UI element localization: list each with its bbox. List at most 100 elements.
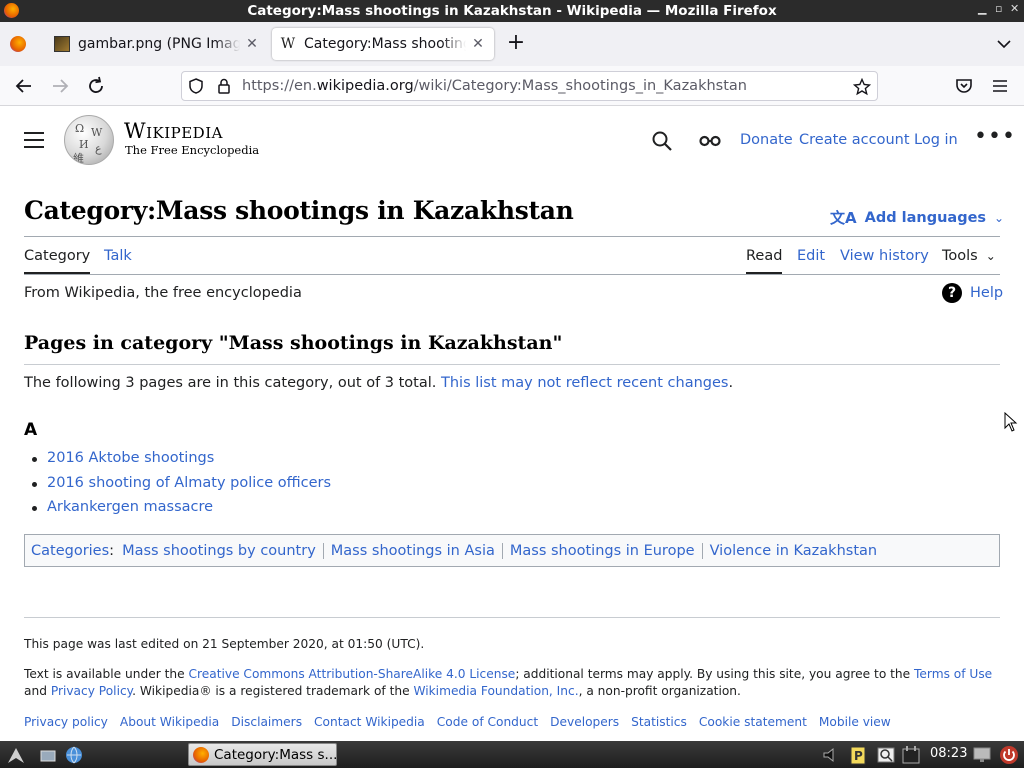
cc-license-link[interactable]: Creative Commons Attribution-ShareAlike … <box>188 667 515 681</box>
wikipedia-wordmark[interactable]: Wikipedia <box>124 119 223 143</box>
tab-list-chevron-icon[interactable] <box>994 34 1014 54</box>
login-link[interactable]: Log in <box>914 132 958 148</box>
page-link[interactable]: Arkankergen massacre <box>47 499 213 515</box>
terms-of-use-link[interactable]: Terms of Use <box>914 667 992 681</box>
footer-link-mobile-view[interactable]: Mobile view <box>819 715 891 729</box>
close-window-icon[interactable]: ✕ <box>1010 2 1019 15</box>
network-monitor-icon[interactable] <box>972 745 992 765</box>
reload-icon[interactable] <box>84 74 108 98</box>
footer-link-statistics[interactable]: Statistics <box>631 715 687 729</box>
footer-divider <box>24 617 1000 618</box>
clipboard-p-icon[interactable]: P <box>848 745 868 765</box>
firefox-view-button[interactable] <box>0 22 36 66</box>
category-summary: The following 3 pages are in this catego… <box>24 375 733 391</box>
app-menu-icon[interactable] <box>988 74 1012 98</box>
tools-label: Tools <box>942 248 978 264</box>
tagline-from-wikipedia: From Wikipedia, the free encyclopedia <box>24 285 302 301</box>
category-heading: Pages in category "Mass shootings in Kaz… <box>24 332 563 354</box>
browser-launcher-icon[interactable] <box>64 745 84 765</box>
help-link[interactable]: ? Help <box>942 283 1003 303</box>
show-desktop-icon[interactable] <box>38 745 58 765</box>
window-titlebar: Category:Mass shootings in Kazakhstan - … <box>0 0 1024 22</box>
pocket-icon[interactable] <box>952 74 976 98</box>
tab-gambar[interactable]: gambar.png (PNG Image ✕ <box>46 28 268 60</box>
category-link[interactable]: Violence in Kazakhstan <box>710 543 878 559</box>
privacy-policy-inline-link[interactable]: Privacy Policy <box>51 684 132 698</box>
categories-link[interactable]: Categories <box>31 543 109 559</box>
bookmark-star-icon[interactable] <box>853 78 871 96</box>
license-part: , a non-profit organization. <box>578 684 741 698</box>
new-tab-button[interactable]: + <box>504 32 528 56</box>
tab-view-history[interactable]: View history <box>840 248 929 274</box>
tab-talk[interactable]: Talk <box>104 248 132 274</box>
back-arrow-icon[interactable] <box>12 74 36 98</box>
wikipedia-globe-logo[interactable]: ΩWИع維 <box>64 115 114 165</box>
add-languages-button[interactable]: 文A Add languages ⌄ <box>830 207 1004 228</box>
minimize-icon[interactable]: ▁ <box>978 2 986 15</box>
calendar-icon[interactable] <box>901 745 921 765</box>
summary-text: The following 3 pages are in this catego… <box>24 375 441 391</box>
taskbar-task-firefox[interactable]: Category:Mass s... <box>188 743 337 766</box>
wikimedia-foundation-link[interactable]: Wikimedia Foundation, Inc. <box>413 684 578 698</box>
close-tab-icon[interactable]: ✕ <box>470 36 486 52</box>
tab-category[interactable]: W Category:Mass shootings in Kazakhstan … <box>272 28 494 60</box>
bullet-icon <box>32 481 37 487</box>
shield-icon[interactable] <box>182 77 210 95</box>
tools-menu[interactable]: Tools ⌄ <box>942 248 996 274</box>
category-link[interactable]: Mass shootings in Europe <box>510 543 695 559</box>
page-link[interactable]: 2016 Aktobe shootings <box>47 450 214 466</box>
url-prefix: https://en. <box>242 78 317 94</box>
footer-link-cookie[interactable]: Cookie statement <box>699 715 807 729</box>
tab-label: gambar.png (PNG Image <box>78 36 240 52</box>
chevron-down-icon: ⌄ <box>985 249 996 263</box>
license-part: ; additional terms may apply. By using t… <box>515 667 915 681</box>
page-link[interactable]: 2016 shooting of Almaty police officers <box>47 475 331 491</box>
footer-link-about[interactable]: About Wikipedia <box>120 715 219 729</box>
license-part: Text is available under the <box>24 667 189 681</box>
firefox-icon <box>4 3 19 18</box>
category-link[interactable]: Mass shootings by country <box>122 543 316 559</box>
category-link[interactable]: Mass shootings in Asia <box>331 543 495 559</box>
url-bar[interactable]: https://en. wikipedia.org/wiki/Category:M… <box>181 71 878 101</box>
list-item: 2016 shooting of Almaty police officers <box>32 475 331 500</box>
license-part: and <box>24 684 51 698</box>
tab-edit[interactable]: Edit <box>797 248 825 274</box>
footer-link-developers[interactable]: Developers <box>550 715 619 729</box>
clock[interactable]: 08:23 <box>930 746 967 761</box>
navigation-toolbar: https://en. wikipedia.org/wiki/Category:M… <box>0 66 1024 106</box>
footer-link-disclaimers[interactable]: Disclaimers <box>231 715 302 729</box>
footer-link-code-of-conduct[interactable]: Code of Conduct <box>437 715 538 729</box>
footer-link-privacy[interactable]: Privacy policy <box>24 715 108 729</box>
list-item: Arkankergen massacre <box>32 499 331 524</box>
license-part: . Wikipedia® is a registered trademark o… <box>132 684 414 698</box>
tab-read[interactable]: Read <box>746 248 783 274</box>
page-tabs: Category Talk Read Edit View history Too… <box>24 248 1000 274</box>
appearance-glasses-icon[interactable] <box>698 130 722 152</box>
tab-category-page[interactable]: Category <box>24 248 91 274</box>
page-title: Category:Mass shootings in Kazakhstan <box>24 196 574 225</box>
magnifier-tray-icon[interactable] <box>876 745 896 765</box>
forward-arrow-icon[interactable] <box>48 74 72 98</box>
donate-link[interactable]: Donate <box>740 132 793 148</box>
recent-changes-link[interactable]: This list may not reflect recent changes <box>441 375 728 391</box>
separator <box>322 542 324 559</box>
create-account-link[interactable]: Create account <box>799 132 910 148</box>
power-icon[interactable] <box>999 745 1019 765</box>
footer-links: Privacy policy About Wikipedia Disclaime… <box>24 715 891 729</box>
category-links-box: Categories: Mass shootings by country Ma… <box>24 534 1000 567</box>
maximize-icon[interactable]: ▫ <box>995 2 1002 15</box>
wikipedia-tagline: The Free Encyclopedia <box>125 143 260 157</box>
mouse-cursor-icon <box>1004 412 1018 432</box>
lock-icon[interactable] <box>210 77 238 95</box>
search-icon[interactable] <box>651 130 673 152</box>
footer-link-contact[interactable]: Contact Wikipedia <box>314 715 425 729</box>
more-options-icon[interactable]: ••• <box>974 126 1015 150</box>
volume-icon[interactable] <box>820 745 840 765</box>
url-domain: wikipedia.org <box>316 78 414 94</box>
tabs-divider <box>24 274 1000 275</box>
firefox-icon <box>10 36 26 52</box>
close-tab-icon[interactable]: ✕ <box>244 36 260 52</box>
start-menu-icon[interactable] <box>6 745 26 765</box>
taskbar-task-label: Category:Mass s... <box>214 746 336 763</box>
main-menu-icon[interactable] <box>24 132 44 148</box>
